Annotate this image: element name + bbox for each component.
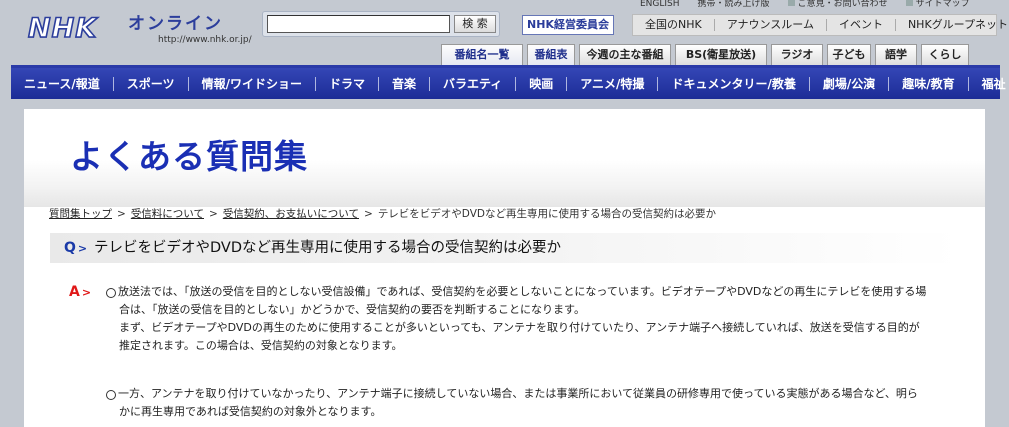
committee-link[interactable]: NHK経営委員会 (522, 15, 614, 35)
answer-1-line-2: 合は、「放送の受信を目的としない」かどうかで、受信契約の要否を判断することになり… (119, 303, 585, 316)
breadcrumb-fees[interactable]: 受信料について (131, 208, 204, 220)
title-banner: よくある質問集 (24, 113, 985, 207)
tab-language[interactable]: 語学 (875, 44, 917, 65)
tab-kids[interactable]: 子ども (827, 44, 871, 65)
genre-documentary[interactable]: ドキュメンタリー/教養 (658, 76, 810, 91)
genre-news[interactable]: ニュース/報道 (11, 76, 114, 91)
genre-music[interactable]: 音楽 (379, 76, 430, 91)
answer-1-line-4: 推定されます。この場合は、受信契約の対象となります。 (119, 339, 403, 352)
nhk-net-announce[interactable]: アナウンスルーム (715, 19, 827, 31)
nhk-net-group[interactable]: NHKグループネット (896, 19, 1009, 31)
tab-living[interactable]: くらし (921, 44, 969, 65)
search-button[interactable]: 検 索 (454, 15, 496, 33)
genre-drama[interactable]: ドラマ (316, 76, 379, 91)
search-input[interactable] (267, 15, 450, 33)
tab-weekly[interactable]: 今週の主な番組 (579, 44, 671, 65)
answer-2-line-2: かに再生専用であれば受信契約の対象外となります。 (119, 405, 382, 418)
utility-links: ENGLISH 携帯・読み上げ版 ご意見・お問い合わせ サイトマップ (640, 0, 988, 9)
contact-link-label: ご意見・お問い合わせ (797, 0, 888, 9)
breadcrumb-current: テレビをビデオやDVDなど再生専用に使用する場合の受信契約は必要か (377, 208, 716, 220)
answer-mark: A (69, 284, 80, 300)
circle-bullet-icon (106, 390, 116, 400)
answer-2-line-1: 一方、アンテナを取り付けていなかったり、アンテナ端子に接続していない場合、または… (118, 387, 918, 400)
square-icon (905, 0, 913, 6)
tab-bs[interactable]: BS(衛星放送) (675, 44, 767, 65)
breadcrumb-separator: > (209, 208, 218, 220)
nhk-online-logo[interactable]: NHK オンライン http://www.nhk.or.jp/ (27, 13, 252, 46)
genre-welfare[interactable]: 福祉 (969, 77, 1009, 91)
answer-1-line-1: 放送法では、「放送の受信を目的としない受信設備」であれば、受信契約を必要としない… (118, 285, 927, 298)
breadcrumb-separator: > (117, 208, 126, 220)
main-content: よくある質問集 質問集トップ > 受信料について > 受信契約、お支払いについて > テレビ… (24, 109, 985, 427)
question-text: テレビをビデオやDVDなど再生専用に使用する場合の受信契約は必要か (94, 240, 561, 256)
answer-icon: A > (69, 284, 91, 301)
breadcrumb-separator: > (364, 208, 373, 220)
nhk-net-event[interactable]: イベント (827, 19, 896, 31)
question-heading: Q > テレビをビデオやDVDなど再生専用に使用する場合の受信契約は必要か (50, 233, 960, 263)
circle-bullet-icon (106, 288, 116, 298)
tab-schedule[interactable]: 番組表 (527, 44, 575, 65)
program-tabs: 番組名一覧 番組表 今週の主な番組 BS(衛星放送) ラジオ 子ども 語学 くら… (441, 44, 973, 65)
nhk-logo-text: NHK (27, 13, 98, 45)
genre-theater[interactable]: 劇場/公演 (810, 76, 890, 91)
genre-hobby[interactable]: 趣味/教育 (889, 76, 969, 91)
english-link[interactable]: ENGLISH (640, 0, 680, 9)
breadcrumb-contract[interactable]: 受信契約、お支払いについて (223, 208, 359, 220)
tab-radio[interactable]: ラジオ (771, 44, 823, 65)
online-logo-text: オンライン (128, 14, 223, 34)
contact-link[interactable]: ご意見・お問い合わせ (787, 0, 888, 9)
chevron-right-icon: > (77, 241, 88, 255)
genre-info[interactable]: 情報/ワイドショー (189, 76, 316, 91)
genre-movie[interactable]: 映画 (516, 76, 568, 91)
square-icon (787, 0, 795, 6)
genre-anime[interactable]: アニメ/特撮 (567, 76, 659, 91)
question-icon: Q > (64, 240, 94, 257)
breadcrumb-faq-top[interactable]: 質問集トップ (49, 208, 112, 220)
sitemap-link[interactable]: サイトマップ (905, 0, 970, 9)
nhk-net-local[interactable]: 全国のNHK (633, 19, 715, 31)
answer-1-line-3: まず、ビデオテープやDVDの再生のために使用することが多いといっても、アンテナを… (119, 321, 920, 334)
sitemap-link-label: サイトマップ (915, 0, 970, 9)
logo-url: http://www.nhk.or.jp/ (158, 35, 252, 45)
chevron-right-icon: > (81, 286, 92, 299)
tab-program-list[interactable]: 番組名一覧 (441, 44, 523, 65)
genre-sports[interactable]: スポーツ (114, 76, 189, 91)
page-title: よくある質問集 (70, 137, 308, 176)
nhk-network-bar: 全国のNHK アナウンスルーム イベント NHKグループネット (632, 14, 1008, 36)
mobile-version-link[interactable]: 携帯・読み上げ版 (698, 0, 770, 9)
question-mark: Q (64, 239, 76, 256)
genre-variety[interactable]: バラエティ (430, 76, 517, 91)
breadcrumb: 質問集トップ > 受信料について > 受信契約、お支払いについて > テレビをビデオやDVD… (49, 207, 716, 221)
genre-nav: ニュース/報道 スポーツ 情報/ワイドショー ドラマ 音楽 バラエティ 映画 ア… (11, 65, 1006, 99)
